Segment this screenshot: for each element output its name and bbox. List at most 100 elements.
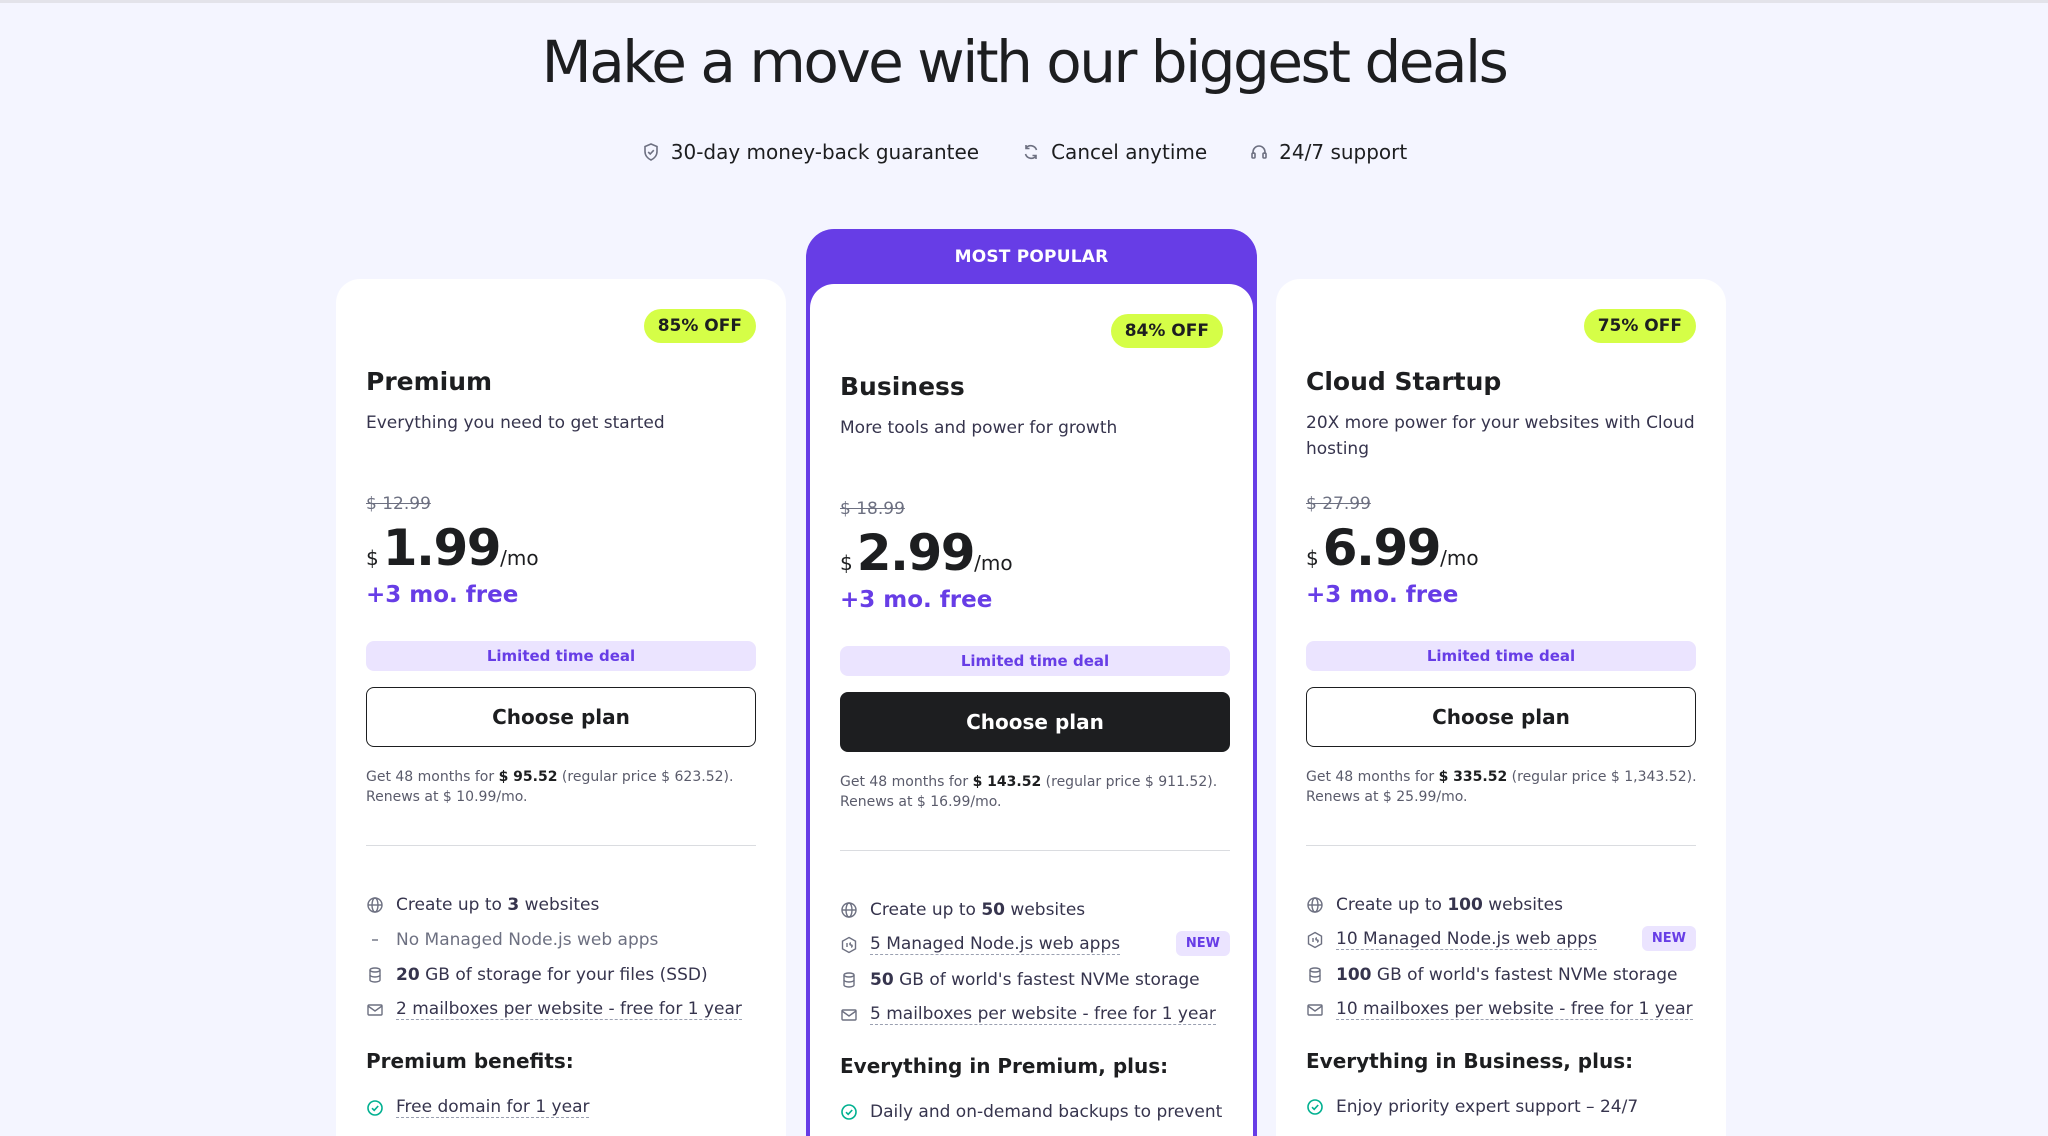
feature-websites: Create up to 50 websites [840,892,1240,927]
plan-terms: Get 48 months for $ 143.52 (regular pric… [840,772,1240,812]
feature-count: 3 [507,894,520,915]
database-icon [369,966,381,983]
feature-link[interactable]: 5 Managed Node.js web apps [870,934,1121,955]
guarantee-money-back: 30-day money-back guarantee [641,140,979,164]
plan-name: Business [840,372,965,401]
feature-text: 50 GB of world's fastest NVMe storage [870,970,1200,990]
nodejs-icon [1307,931,1323,948]
price-value: 1.99 [382,519,502,577]
feature-nodejs: 10 Managed Node.js web apps NEW [1306,922,1706,957]
feature-count: 20 [396,964,420,985]
check-circle-icon [367,1099,383,1116]
feature-text: Create up to 3 websites [396,895,599,915]
limited-deal-banner: Limited time deal [366,641,756,671]
old-price: $ 12.99 [366,494,431,514]
terms-prefix: Get 48 months for [1306,769,1439,785]
feature-list: Create up to 3 websites No Managed Node.… [366,887,766,1027]
top-divider [0,0,2048,3]
feature-link[interactable]: 10 Managed Node.js web apps [1336,929,1597,950]
plan-description: Everything you need to get started [366,413,665,433]
plan-name: Cloud Startup [1306,367,1502,396]
feature-websites: Create up to 3 websites [366,887,766,922]
feature-suffix: GB of world's fastest NVMe storage [1371,964,1678,985]
feature-nodejs: 5 Managed Node.js web apps NEW [840,927,1240,962]
currency: $ [366,546,379,570]
divider [840,850,1230,851]
feature-link[interactable]: 2 mailboxes per website - free for 1 yea… [396,999,742,1020]
feature-link[interactable]: 5 mailboxes per website - free for 1 yea… [870,1004,1216,1025]
price: $ 6.99 /mo [1306,519,1479,577]
feature-suffix: websites [1005,899,1086,920]
refresh-icon [1024,144,1038,160]
plan-card-business: 84% OFF Business More tools and power fo… [810,284,1253,1136]
feature-storage: 50 GB of world's fastest NVMe storage [840,962,1240,997]
guarantee-label: 24/7 support [1279,140,1408,164]
feature-mailboxes: 2 mailboxes per website - free for 1 yea… [366,992,766,1027]
price: $ 2.99 /mo [840,524,1013,582]
feature-text: 20 GB of storage for your files (SSD) [396,965,708,985]
feature-count: 100 [1336,964,1372,985]
feature-mailboxes: 5 mailboxes per website - free for 1 yea… [840,997,1240,1032]
choose-plan-button[interactable]: Choose plan [1306,687,1696,747]
old-price: $ 18.99 [840,499,905,519]
check-circle-icon [1307,1099,1323,1115]
benefits-title: Everything in Business, plus: [1306,1049,1634,1073]
feature-suffix: GB of world's fastest NVMe storage [893,969,1200,990]
feature-link[interactable]: 10 mailboxes per website - free for 1 ye… [1336,999,1693,1020]
price-period: /mo [500,546,539,570]
headset-icon [1251,145,1267,159]
price-value: 2.99 [856,524,976,582]
most-popular-label: MOST POPULAR [954,247,1109,267]
choose-plan-button[interactable]: Choose plan [366,687,756,747]
globe-icon [1307,896,1323,913]
price-period: /mo [974,551,1013,575]
feature-text: Create up to 50 websites [870,900,1085,920]
benefits-title: Premium benefits: [366,1049,574,1073]
feature-list: Create up to 100 websites 10 Managed Nod… [1306,887,1706,1027]
benefit-item: Free domain for 1 year [366,1097,590,1118]
old-price: $ 27.99 [1306,494,1371,514]
feature-storage: 100 GB of world's fastest NVMe storage [1306,957,1706,992]
benefits-title: Everything in Premium, plus: [840,1054,1169,1078]
terms-prefix: Get 48 months for [840,774,973,790]
feature-suffix: websites [519,894,600,915]
page-title: Make a move with our biggest deals [541,28,1509,96]
globe-icon [841,901,857,918]
terms-total: $ 95.52 [498,769,558,785]
free-months: +3 mo. free [1306,582,1459,608]
feature-text: No Managed Node.js web apps [396,929,659,950]
discount-badge: 75% OFF [1583,309,1696,343]
feature-prefix: Create up to [1336,894,1448,915]
limited-deal-banner: Limited time deal [1306,641,1696,671]
new-badge: NEW [1175,931,1230,956]
feature-text: Create up to 100 websites [1336,895,1563,915]
divider [1306,845,1696,846]
guarantee-cancel: Cancel anytime [1021,140,1207,164]
dash-icon [372,938,378,941]
feature-count: 100 [1447,894,1483,915]
feature-prefix: Create up to [396,894,508,915]
guarantee-support: 24/7 support [1249,140,1407,164]
shield-icon [643,143,658,161]
feature-list: Create up to 50 websites 5 Managed Node.… [840,892,1240,1032]
plan-card-premium: 85% OFF Premium Everything you need to g… [336,279,786,1136]
feature-count: 50 [981,899,1006,920]
choose-plan-button[interactable]: Choose plan [840,692,1230,752]
plan-description: More tools and power for growth [840,418,1118,438]
feature-nodejs: No Managed Node.js web apps [366,922,766,957]
plan-terms: Get 48 months for $ 335.52 (regular pric… [1306,767,1706,807]
plan-terms: Get 48 months for $ 95.52 (regular price… [366,767,766,807]
mail-icon [367,1003,383,1016]
check-circle-icon [841,1104,857,1120]
discount-badge: 84% OFF [1110,314,1223,348]
plan-card-cloud-startup: 75% OFF Cloud Startup 20X more power for… [1276,279,1726,1136]
benefit-link[interactable]: Free domain for 1 year [396,1097,590,1118]
free-months: +3 mo. free [366,582,519,608]
guarantee-row: 30-day money-back guarantee Cancel anyti… [0,140,2048,164]
nodejs-icon [841,936,857,953]
feature-text: 100 GB of world's fastest NVMe storage [1336,965,1677,985]
free-months: +3 mo. free [840,587,993,613]
divider [366,845,756,846]
mail-icon [1307,1003,1323,1016]
feature-storage: 20 GB of storage for your files (SSD) [366,957,766,992]
